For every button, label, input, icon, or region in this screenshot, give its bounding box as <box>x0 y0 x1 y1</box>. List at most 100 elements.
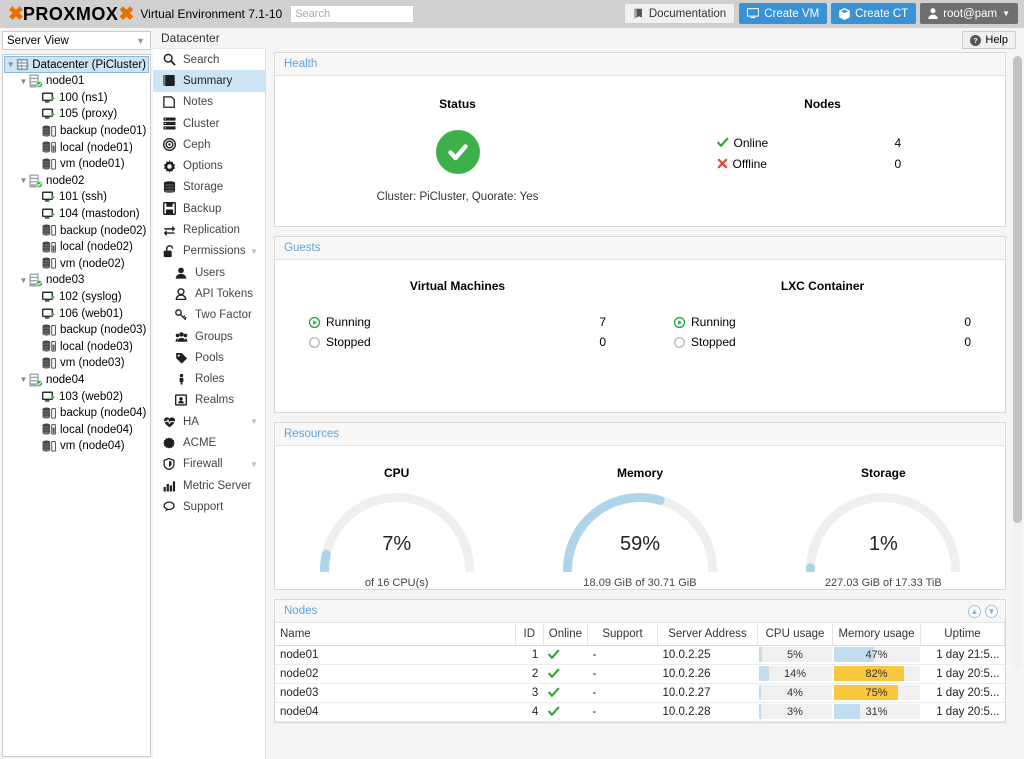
tree-item[interactable]: 106 (web01) <box>3 305 150 322</box>
column-header-server-address[interactable]: Server Address <box>657 623 758 646</box>
column-header-name[interactable]: Name <box>275 623 516 646</box>
gauge-memory: Memory 59% 18.09 GiB of 30.71 GiB <box>518 446 761 589</box>
create-ct-button[interactable]: Create CT <box>831 3 917 24</box>
tree-item[interactable]: ▼ node02 <box>3 173 150 190</box>
check-icon <box>548 649 582 660</box>
user-icon <box>928 8 938 19</box>
content-scrollbar[interactable] <box>1013 56 1022 671</box>
table-row[interactable]: node04 4 -10.0.2.28 3% 31% 1 day 20:5... <box>275 702 1005 722</box>
nav-item-acme[interactable]: ACME <box>153 432 265 453</box>
nav-item-api-tokens[interactable]: API Tokens <box>153 283 265 304</box>
guest-row: Running 7 <box>309 312 606 332</box>
documentation-button[interactable]: Documentation <box>623 3 736 24</box>
nav-item-ceph[interactable]: Ceph <box>153 134 265 155</box>
nav-item-firewall[interactable]: Firewall ▼ <box>153 454 265 475</box>
tree-item[interactable]: ▼ Datacenter (PiCluster) <box>4 56 149 73</box>
view-selector[interactable]: Server View ▼ <box>2 31 151 50</box>
nav-item-backup[interactable]: Backup <box>153 198 265 219</box>
chevron-down-icon[interactable]: ▼ <box>250 417 258 426</box>
nav-item-roles[interactable]: Roles <box>153 368 265 389</box>
nav-item-storage[interactable]: Storage <box>153 177 265 198</box>
cell-uptime: 1 day 20:5... <box>920 664 1005 684</box>
gauge-subtext: of 16 CPU(s) <box>364 577 429 589</box>
tree-item[interactable]: 104 (mastodon) <box>3 206 150 223</box>
tree-item[interactable]: backup (node01) <box>3 123 150 140</box>
tree-item[interactable]: 101 (ssh) <box>3 189 150 206</box>
user-menu-button[interactable]: root@pam ▼ <box>920 3 1018 24</box>
tree-item[interactable]: 102 (syslog) <box>3 289 150 306</box>
chevron-down-icon[interactable]: ▼ <box>250 460 258 469</box>
table-row[interactable]: node02 2 -10.0.2.26 14% 82% 1 day 20:5... <box>275 664 1005 684</box>
tree-item[interactable]: backup (node02) <box>3 222 150 239</box>
nav-item-notes[interactable]: Notes <box>153 92 265 113</box>
nav-item-pools[interactable]: Pools <box>153 347 265 368</box>
storage-empty-icon <box>42 158 57 171</box>
tree-item[interactable]: local (node04) <box>3 421 150 438</box>
table-row[interactable]: node03 3 -10.0.2.27 4% 75% 1 day 20:5... <box>275 683 1005 703</box>
nodes-panel: Nodes ▲ ▼ Name ID Online Support Server Addr… <box>274 599 1006 723</box>
chevron-down-icon[interactable]: ▼ <box>985 604 998 618</box>
nav-item-realms[interactable]: Realms <box>153 390 265 411</box>
create-ct-label: Create CT <box>855 7 909 20</box>
tree-item[interactable]: backup (node03) <box>3 322 150 339</box>
column-header-cpu-usage[interactable]: CPU usage <box>757 623 833 646</box>
column-header-memory-usage[interactable]: Memory usage <box>832 623 921 646</box>
tree-expander-icon[interactable]: ▼ <box>18 77 29 86</box>
gauge-arc: 1% <box>804 489 962 572</box>
column-header-support[interactable]: Support <box>587 623 658 646</box>
nav-item-cluster[interactable]: Cluster <box>153 113 265 134</box>
health-status-block: Status Cluster: PiCluster, Quorate: Yes <box>275 76 640 226</box>
tree-item-label: 102 (syslog) <box>59 291 122 304</box>
qemu-running-icon <box>42 291 56 303</box>
tree-expander-icon[interactable]: ▼ <box>18 276 29 285</box>
check-icon <box>548 706 582 717</box>
tree-item[interactable]: ▼ node03 <box>3 272 150 289</box>
tree-item[interactable]: 105 (proxy) <box>3 106 150 123</box>
tree-item[interactable]: vm (node03) <box>3 355 150 372</box>
tree-item[interactable]: local (node03) <box>3 339 150 356</box>
nav-item-replication[interactable]: Replication <box>153 219 265 240</box>
column-header-online[interactable]: Online <box>543 623 589 646</box>
tree-item[interactable]: vm (node02) <box>3 256 150 273</box>
guest-row-label: Running <box>691 315 736 329</box>
nav-item-permissions[interactable]: Permissions ▼ <box>153 241 265 262</box>
tree-item[interactable]: backup (node04) <box>3 405 150 422</box>
create-vm-button[interactable]: Create VM <box>739 3 828 24</box>
nav-item-label: Cluster <box>183 117 220 130</box>
tree-expander-icon[interactable]: ▼ <box>18 375 29 384</box>
display-icon <box>747 8 760 19</box>
tree-item[interactable]: ▼ node04 <box>3 372 150 389</box>
help-button[interactable]: ? Help <box>962 31 1016 49</box>
tree-item[interactable]: ▼ node01 <box>3 73 150 90</box>
nav-item-users[interactable]: Users <box>153 262 265 283</box>
nav-item-two-factor[interactable]: Two Factor <box>153 305 265 326</box>
tree-item-label: node04 <box>46 373 85 386</box>
tree-item[interactable]: 103 (web02) <box>3 388 150 405</box>
nav-item-search[interactable]: Search <box>153 49 265 70</box>
column-header-uptime[interactable]: Uptime <box>920 623 1005 646</box>
tree-item[interactable]: vm (node01) <box>3 156 150 173</box>
product-version-label: Virtual Environment 7.1-10 <box>140 7 283 21</box>
tree-expander-icon[interactable]: ▼ <box>18 176 29 185</box>
tree-item[interactable]: local (node01) <box>3 139 150 156</box>
nav-item-groups[interactable]: Groups <box>153 326 265 347</box>
scrollbar-thumb[interactable] <box>1013 56 1022 524</box>
chevron-down-icon[interactable]: ▼ <box>250 247 258 256</box>
table-row[interactable]: node01 1 -10.0.2.25 5% 47% 1 day 21:5... <box>275 645 1005 665</box>
nav-item-label: API Tokens <box>195 287 253 300</box>
tree-item[interactable]: vm (node04) <box>3 438 150 455</box>
chevron-up-icon[interactable]: ▲ <box>968 604 981 618</box>
tree-expander-icon[interactable]: ▼ <box>5 60 16 69</box>
nav-item-support[interactable]: Support <box>153 496 265 517</box>
nav-item-metric-server[interactable]: Metric Server <box>153 475 265 496</box>
nav-item-ha[interactable]: HA ▼ <box>153 411 265 432</box>
tree-item[interactable]: local (node02) <box>3 239 150 256</box>
cell-memory-usage: 82% <box>832 664 921 684</box>
nav-item-options[interactable]: Options <box>153 155 265 176</box>
search-input[interactable]: Search <box>290 5 415 23</box>
resource-tree[interactable]: ▼ Datacenter (PiCluster) ▼ node01 100 (ns… <box>2 54 151 757</box>
play-circle-green-icon <box>674 316 685 328</box>
column-header-id[interactable]: ID <box>515 623 544 646</box>
nav-item-summary[interactable]: Summary <box>153 70 265 92</box>
tree-item[interactable]: 100 (ns1) <box>3 90 150 107</box>
